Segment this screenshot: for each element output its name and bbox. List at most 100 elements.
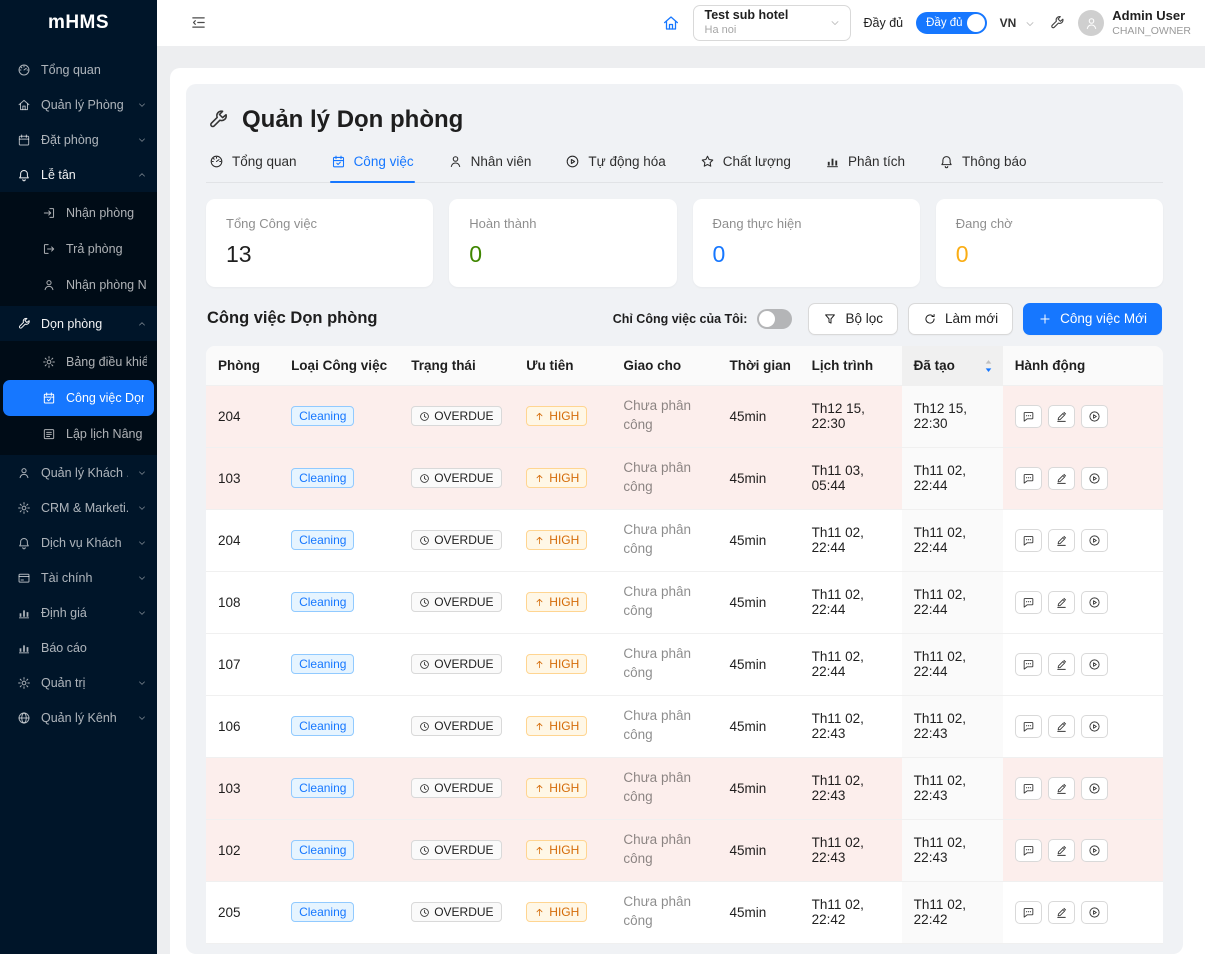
start-action-button[interactable] <box>1081 529 1108 552</box>
new-task-button[interactable]: Công việc Mới <box>1023 303 1162 335</box>
chevron-down-icon <box>137 608 147 618</box>
sidebar-item-bao-cao[interactable]: Báo cáo <box>0 630 157 665</box>
sidebar-item-quan-ly-phong[interactable]: Quản lý Phòng <box>0 87 157 122</box>
column-header-lich-trinh: Lịch trình <box>800 346 902 386</box>
message-action-button[interactable] <box>1015 591 1042 614</box>
edit-action-button[interactable] <box>1048 467 1075 490</box>
tab-tu-dong-hoa[interactable]: Tự động hóa <box>564 152 666 182</box>
mode-toggle[interactable]: Đầy đủ <box>916 12 986 34</box>
tab-cong-viec[interactable]: Công việc <box>330 152 415 182</box>
start-action-button[interactable] <box>1081 839 1108 862</box>
sidebar-item-lap-lich-nang[interactable]: Lập lịch Nâng ... <box>0 416 157 452</box>
toggle-knob <box>967 14 985 32</box>
tab-nhan-vien[interactable]: Nhân viên <box>447 152 533 182</box>
app-logo: mHMS <box>0 0 157 46</box>
message-action-button[interactable] <box>1015 839 1042 862</box>
schedule-time: Th11 02, 22:43 <box>800 757 902 819</box>
schedule-time: Th11 02, 22:44 <box>800 509 902 571</box>
play-circle-icon <box>565 154 580 169</box>
filter-button[interactable]: Bộ lọc <box>808 303 898 335</box>
edit-action-button[interactable] <box>1048 529 1075 552</box>
sidebar-item-tong-quan[interactable]: Tổng quan <box>0 52 157 87</box>
start-action-button[interactable] <box>1081 405 1108 428</box>
sidebar-item-tra-phong[interactable]: Trả phòng <box>0 231 157 267</box>
mode-toggle-text: Đầy đủ <box>926 17 962 29</box>
sidebar-item-dich-vu-khach[interactable]: Dịch vụ Khách <box>0 525 157 560</box>
table-row-room-204: 204CleaningOVERDUEHIGHChưa phân công45mi… <box>206 509 1163 571</box>
sidebar-item-quan-tri[interactable]: Quản trị <box>0 665 157 700</box>
start-action-button[interactable] <box>1081 467 1108 490</box>
sidebar-item-bang-dieu-khie[interactable]: Bảng điều khiể... <box>0 344 157 380</box>
tab-label: Thông báo <box>962 154 1027 169</box>
sidebar-item-quan-ly-khach[interactable]: Quản lý Khách ... <box>0 455 157 490</box>
message-action-button[interactable] <box>1015 467 1042 490</box>
tab-thong-bao[interactable]: Thông báo <box>938 152 1028 182</box>
language-code: VN <box>1000 16 1017 30</box>
calendar-check-icon <box>42 391 57 406</box>
edit-action-button[interactable] <box>1048 777 1075 800</box>
sidebar-item-dinh-gia[interactable]: Định giá <box>0 595 157 630</box>
sidebar-item-nhan-phong[interactable]: Nhận phòng <box>0 195 157 231</box>
sidebar-item-le-tan[interactable]: Lễ tân <box>0 157 157 192</box>
task-type-badge: Cleaning <box>291 592 354 612</box>
tab-label: Công việc <box>354 154 414 169</box>
menu-fold-icon[interactable] <box>190 14 208 32</box>
user-menu[interactable]: Admin User CHAIN_OWNER <box>1078 8 1191 37</box>
hotel-select[interactable]: Test sub hotel Ha noi <box>693 5 851 41</box>
row-actions <box>1003 881 1163 943</box>
bell-icon <box>17 535 32 550</box>
sidebar-item-dat-phong[interactable]: Đặt phòng <box>0 122 157 157</box>
table-row-room-103: 103CleaningOVERDUEHIGHChưa phân công45mi… <box>206 447 1163 509</box>
play-circle-icon <box>1088 844 1101 857</box>
clock-icon <box>419 721 430 732</box>
clock-icon <box>419 535 430 546</box>
edit-action-button[interactable] <box>1048 653 1075 676</box>
sidebar-item-quan-ly-kenh[interactable]: Quản lý Kênh <box>0 700 157 735</box>
status-badge: OVERDUE <box>411 778 501 798</box>
sidebar-item-nhan-phong-n[interactable]: Nhận phòng N... <box>0 267 157 303</box>
sidebar-item-tai-chinh[interactable]: Tài chính <box>0 560 157 595</box>
sidebar-item-cong-viec-don[interactable]: Công việc Dọn... <box>3 380 154 416</box>
tab-tong-quan[interactable]: Tổng quan <box>208 152 298 182</box>
language-select[interactable]: VN <box>1000 16 1037 30</box>
edit-action-button[interactable] <box>1048 715 1075 738</box>
message-action-button[interactable] <box>1015 529 1042 552</box>
sidebar-item-don-phong[interactable]: Dọn phòng <box>0 306 157 341</box>
message-action-button[interactable] <box>1015 901 1042 924</box>
arrow-up-icon <box>534 721 545 732</box>
column-header-da-tao[interactable]: Đã tạo <box>902 346 1003 386</box>
home-icon[interactable] <box>662 14 680 32</box>
edit-action-button[interactable] <box>1048 405 1075 428</box>
schedule-icon <box>42 427 57 442</box>
message-action-button[interactable] <box>1015 715 1042 738</box>
start-action-button[interactable] <box>1081 591 1108 614</box>
play-circle-icon <box>1088 410 1101 423</box>
chevron-up-icon <box>137 170 147 180</box>
stat-card-hoan-thanh: Hoàn thành0 <box>449 199 676 287</box>
message-action-button[interactable] <box>1015 777 1042 800</box>
start-action-button[interactable] <box>1081 653 1108 676</box>
task-type-badge: Cleaning <box>291 902 354 922</box>
message-action-button[interactable] <box>1015 405 1042 428</box>
wrench-icon[interactable] <box>1049 15 1065 31</box>
stat-card-dang-cho: Đang chờ0 <box>936 199 1163 287</box>
chevron-up-icon <box>137 319 147 329</box>
start-action-button[interactable] <box>1081 777 1108 800</box>
sidebar-item-label: Nhận phòng <box>66 206 147 220</box>
edit-action-button[interactable] <box>1048 591 1075 614</box>
table-row-room-106: 106CleaningOVERDUEHIGHChưa phân công45mi… <box>206 695 1163 757</box>
sidebar: mHMS Tổng quanQuản lý PhòngĐặt phòngLễ t… <box>0 0 157 954</box>
sidebar-item-crm-marketi[interactable]: CRM & Marketi... <box>0 490 157 525</box>
tab-chat-luong[interactable]: Chất lượng <box>699 152 792 182</box>
row-actions <box>1003 509 1163 571</box>
duration: 45min <box>718 509 800 571</box>
tab-phan-tich[interactable]: Phân tích <box>824 152 906 182</box>
message-action-button[interactable] <box>1015 653 1042 676</box>
clock-icon <box>419 411 430 422</box>
refresh-button[interactable]: Làm mới <box>908 303 1013 335</box>
edit-action-button[interactable] <box>1048 901 1075 924</box>
edit-action-button[interactable] <box>1048 839 1075 862</box>
my-tasks-toggle[interactable] <box>757 309 792 329</box>
start-action-button[interactable] <box>1081 715 1108 738</box>
start-action-button[interactable] <box>1081 901 1108 924</box>
